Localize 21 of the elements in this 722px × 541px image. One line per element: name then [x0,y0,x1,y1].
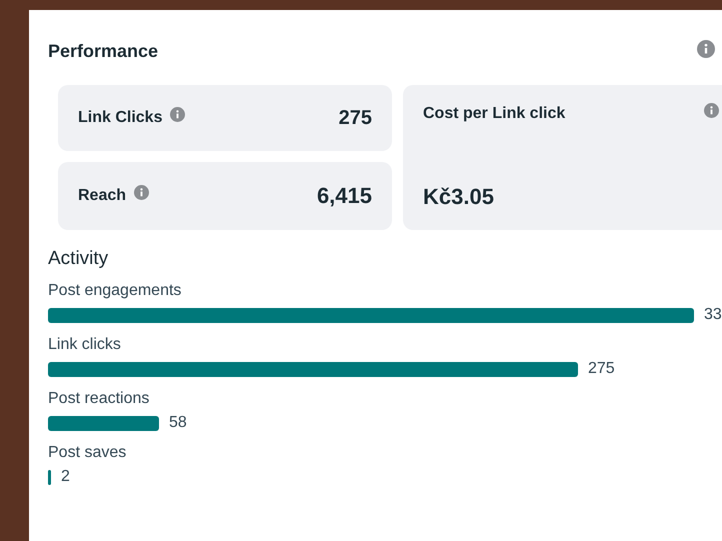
activity-bar [48,470,51,484]
section-title: Activity [48,248,110,270]
info-icon[interactable] [704,103,719,118]
activity-value: 33 [704,306,722,324]
activity-label: Post saves [48,444,128,462]
metric-label: Reach [78,187,126,205]
metric-value: Kč3.05 [423,184,495,210]
metric-label: Cost per Link click [423,105,566,123]
activity-label: Link clicks [48,336,122,354]
metric-value: 6,415 [316,183,372,209]
info-icon[interactable] [170,107,186,122]
info-icon[interactable] [697,40,715,58]
metric-label: Link Clicks [78,109,162,127]
activity-value: 58 [169,414,187,432]
activity-label: Post engagements [48,282,182,300]
info-icon[interactable] [134,185,150,200]
activity-label: Post reactions [48,390,150,408]
activity-value: 2 [61,468,70,486]
metric-value: 275 [338,106,372,130]
section-title: Performance [48,41,158,62]
activity-value: 275 [588,360,615,378]
